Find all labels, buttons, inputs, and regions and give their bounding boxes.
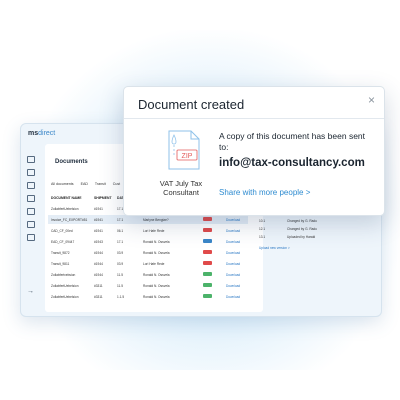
history-date: 13.1 <box>259 235 266 239</box>
cell-sender: Ronald N. Ossvela <box>143 284 170 288</box>
dialog-title: Document created <box>138 97 245 112</box>
status-badge <box>203 228 212 232</box>
cell-document-name: Transit_9872 <box>51 251 70 255</box>
table-row[interactable]: CAD_CF_00ed #1941 06.1 Lori Hafe Rede Downlo… <box>48 226 248 235</box>
cell-shipment: #1944 <box>94 262 103 266</box>
document-tabs: All documents EAD Transit Cust <box>51 182 126 186</box>
zip-file-icon: ZIP <box>168 130 200 170</box>
cell-shipment: #1941 <box>94 207 103 211</box>
cell-date: 17.1 <box>117 218 124 222</box>
history-date: 12.1 <box>259 227 266 231</box>
status-badge <box>203 294 212 298</box>
cell-date: 11.5 <box>117 284 123 288</box>
cell-shipment: #1944 <box>94 251 103 255</box>
recipient-email: info@tax-consultancy.com <box>219 157 365 169</box>
upload-new-version-link[interactable]: Upload new version > <box>259 246 290 250</box>
status-badge <box>203 272 212 276</box>
history-text: Uploaded by Harald <box>287 235 316 239</box>
cell-date: 1.1.5 <box>117 295 125 299</box>
table-row[interactable]: Transit_9872 #1944 03.9 Ronald N. Ossvela Do… <box>48 248 248 257</box>
cell-document-name: ZollabfertUebelsion <box>51 284 79 288</box>
settings-icon[interactable] <box>27 234 35 241</box>
download-link[interactable]: Download <box>226 273 240 277</box>
home-icon[interactable] <box>27 156 35 163</box>
document-icon[interactable] <box>27 169 35 176</box>
list-icon[interactable] <box>27 208 35 215</box>
tab-all-documents[interactable]: All documents <box>51 182 74 186</box>
cell-sender: Lori Hafe Rede <box>143 229 165 233</box>
cell-date: 03.9 <box>117 251 124 255</box>
cell-sender: Ronald N. Ossvela <box>143 240 170 244</box>
history-text: Changed by G. Radu <box>287 219 317 223</box>
cell-shipment: #1941 <box>94 218 103 222</box>
download-link[interactable]: Download <box>226 229 240 233</box>
cell-date: 03.9 <box>117 262 124 266</box>
history-date: 10.1 <box>259 219 266 223</box>
app-logo: msdirect <box>28 130 56 137</box>
status-badge <box>203 217 212 221</box>
download-link[interactable]: Download <box>226 295 240 299</box>
cell-shipment: #1941 <box>94 229 103 233</box>
logout-arrow-icon[interactable]: → <box>27 288 34 295</box>
status-badge <box>203 283 212 287</box>
cell-sender: Ronald N. Ossvela <box>143 273 170 277</box>
table-row[interactable]: ZollabfertUebelsion #3311 11.5 Ronald N. Os… <box>48 281 248 290</box>
cell-sender: Ronald N. Ossvela <box>143 295 170 299</box>
cell-document-name: EAD_CF_09447 <box>51 240 75 244</box>
sidebar-rail: → <box>21 144 41 316</box>
sent-message: A copy of this document has been sent to… <box>219 131 366 152</box>
cell-document-name: Invoice_FC_EXPORT#51 <box>51 218 88 222</box>
folder-icon[interactable] <box>27 182 35 189</box>
file-type-label: ZIP <box>182 153 193 160</box>
column-shipment[interactable]: SHIPMENT <box>94 196 112 200</box>
status-badge <box>203 239 212 243</box>
table-row[interactable]: Invoice_FC_EXPORT#51 #1941 17.1 Marlyne Ben… <box>48 215 248 224</box>
cell-shipment: #1943 <box>94 240 103 244</box>
status-badge <box>203 261 212 265</box>
cell-document-name: ZollabfertUebelsion <box>51 207 79 211</box>
history-text: Changed by G. Radu <box>287 227 317 231</box>
cell-date: 17.1 <box>117 240 124 244</box>
cell-document-name: ZollabfertUebelsion <box>51 295 79 299</box>
cell-sender: Lori Hafe Rede <box>143 262 165 266</box>
table-row[interactable]: EAD_CF_09447 #1943 17.1 Ronald N. Ossvela Do… <box>48 237 248 246</box>
tab-customs[interactable]: Cust <box>113 182 120 186</box>
cell-sender: Marlyne Bengtze? <box>143 218 169 222</box>
cell-sender: Ronald N. Ossvela <box>143 251 170 255</box>
page-title: Documents <box>55 159 88 165</box>
download-link[interactable]: Download <box>226 240 240 244</box>
cell-shipment: #3311 <box>94 284 103 288</box>
cell-shipment: #3311 <box>94 295 103 299</box>
table-row[interactable]: Transit_9811 #1944 03.9 Lori Hafe Rede Downl… <box>48 259 248 268</box>
cell-document-name: Transit_9811 <box>51 262 70 266</box>
dialog-divider <box>124 118 384 119</box>
cell-document-name: Zollabfertvebsion <box>51 273 76 277</box>
cell-shipment: #1944 <box>94 273 103 277</box>
tab-transit[interactable]: Transit <box>95 182 106 186</box>
document-created-dialog: Document created × ZIP VAT July Tax Cons… <box>123 86 385 216</box>
download-link[interactable]: Download <box>226 262 240 266</box>
history-entry: 13.1 Uploaded by Harald <box>259 235 315 239</box>
share-link[interactable]: Share with more people > <box>219 188 310 197</box>
file-name: VAT July Tax Consultant <box>159 179 203 197</box>
download-link[interactable]: Download <box>226 218 240 222</box>
download-link[interactable]: Download <box>226 284 240 288</box>
cell-date: 11.5 <box>117 273 123 277</box>
history-entry: 12.1 Changed by G. Radu <box>259 227 317 231</box>
status-badge <box>203 250 212 254</box>
close-icon[interactable]: × <box>368 93 375 107</box>
cell-document-name: CAD_CF_00ed <box>51 229 73 233</box>
chart-icon[interactable] <box>27 195 35 202</box>
stack-icon[interactable] <box>27 221 35 228</box>
table-row[interactable]: Zollabfertvebsion #1944 11.5 Ronald N. Ossv… <box>48 270 248 279</box>
download-link[interactable]: Download <box>226 251 240 255</box>
history-entry: 10.1 Changed by G. Radu <box>259 219 317 223</box>
column-document-name[interactable]: DOCUMENT NAME <box>51 196 82 200</box>
tab-ead[interactable]: EAD <box>81 182 88 186</box>
cell-date: 06.1 <box>117 229 124 233</box>
table-row[interactable]: ZollabfertUebelsion #3311 1.1.5 Ronald N. O… <box>48 292 248 301</box>
